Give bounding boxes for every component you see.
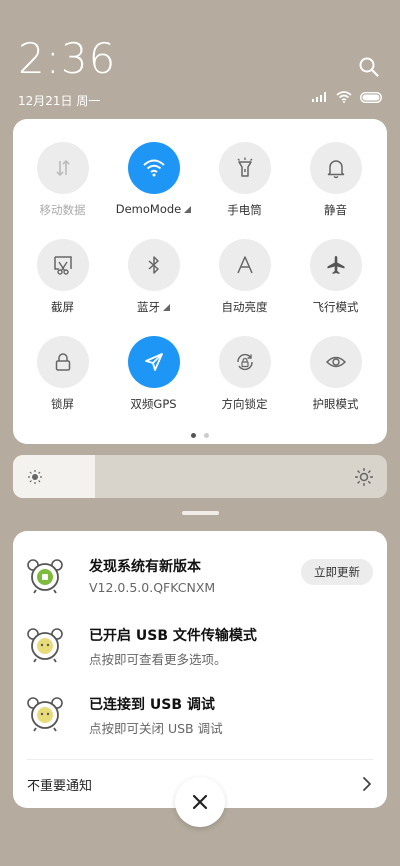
tile-lock-screen[interactable]: 锁屏 <box>16 336 109 426</box>
close-icon <box>192 794 208 810</box>
tile-label: 方向锁定 <box>221 397 268 411</box>
screenshot-icon <box>53 256 72 275</box>
tile-airplane-mode-button[interactable] <box>309 239 362 291</box>
tile-label: 移动数据 <box>39 203 86 217</box>
brightness-slider[interactable] <box>13 455 387 498</box>
tile-rotation-lock[interactable]: 方向锁定 <box>198 336 291 426</box>
notification-title: 已连接到 USB 调试 <box>89 697 215 713</box>
tile-rotation-lock-button[interactable] <box>218 336 271 388</box>
clock: 2:36 <box>18 34 117 83</box>
brightness-low-icon <box>28 470 42 484</box>
drag-handle[interactable] <box>182 511 219 515</box>
tile-silent-button[interactable] <box>309 142 362 194</box>
mobile-data-icon <box>55 159 70 177</box>
clear-notifications-button[interactable] <box>175 777 225 827</box>
notification-subtitle: 点按即可查看更多选项。 <box>89 652 227 667</box>
tile-label: 手电筒 <box>227 203 262 217</box>
eye-icon <box>325 356 346 368</box>
app-alarm-clock-icon <box>27 559 63 594</box>
tile-label: 静音 <box>324 203 347 217</box>
quick-settings-panel: 移动数据 DemoMode 手电筒 静音 截屏 蓝牙 自动亮度 飞行模式 锁屏 … <box>13 119 387 444</box>
unimportant-notifications-link[interactable]: 不重要通知 <box>27 775 92 794</box>
update-now-button[interactable]: 立即更新 <box>301 559 373 585</box>
notification-subtitle: V12.0.5.0.QFKCNXM <box>89 580 216 595</box>
tile-airplane-mode[interactable]: 飞行模式 <box>289 239 382 329</box>
notification-panel: 发现系统有新版本 V12.0.5.0.QFKCNXM 立即更新 已开启 USB … <box>13 531 387 808</box>
auto-brightness-icon <box>236 256 253 274</box>
tile-dual-gps[interactable]: 双频GPS <box>107 336 200 426</box>
tile-silent[interactable]: 静音 <box>289 142 382 232</box>
page-dot-active[interactable] <box>191 433 196 438</box>
wifi-icon <box>142 159 165 177</box>
tile-mobile-data[interactable]: 移动数据 <box>16 142 109 232</box>
app-alarm-clock-icon <box>27 697 63 732</box>
tile-label: 飞行模式 <box>312 300 359 314</box>
tile-flashlight-button[interactable] <box>218 142 271 194</box>
tile-screenshot-button[interactable] <box>36 239 89 291</box>
notification-system-update[interactable]: 发现系统有新版本 V12.0.5.0.QFKCNXM 立即更新 <box>27 556 373 596</box>
tile-lock-screen-button[interactable] <box>36 336 89 388</box>
tile-label: DemoMode <box>116 202 192 216</box>
tile-wifi[interactable]: DemoMode <box>107 142 200 232</box>
tile-auto-brightness-button[interactable] <box>218 239 271 291</box>
search-button[interactable] <box>358 56 380 78</box>
bell-icon <box>327 160 344 179</box>
more-options-indicator <box>184 205 192 213</box>
bluetooth-icon <box>148 256 159 274</box>
search-icon <box>359 57 379 77</box>
flashlight-icon <box>237 157 252 177</box>
date: 12月21日 周一 <box>18 94 101 108</box>
notification-title: 已开启 USB 文件传输模式 <box>89 628 257 644</box>
location-icon <box>144 353 163 371</box>
tile-screenshot[interactable]: 截屏 <box>16 239 109 329</box>
tile-eye-protection-button[interactable] <box>309 336 362 388</box>
signal-icon <box>312 92 326 102</box>
more-options-indicator <box>163 303 170 311</box>
system-icons <box>312 91 384 103</box>
notification-usb-debugging[interactable]: 已连接到 USB 调试 点按即可关闭 USB 调试 <box>27 694 373 736</box>
tile-wifi-button[interactable] <box>127 142 180 194</box>
notification-subtitle: 点按即可关闭 USB 调试 <box>89 721 223 736</box>
tile-label: 自动亮度 <box>221 300 268 314</box>
tile-label-text: 蓝牙 <box>137 300 160 314</box>
battery-icon <box>360 91 382 103</box>
tile-label: 截屏 <box>51 300 74 314</box>
page-dot[interactable] <box>204 433 209 438</box>
chevron-right-icon[interactable] <box>361 776 373 792</box>
tile-label: 双频GPS <box>130 397 177 411</box>
airplane-icon <box>327 256 344 274</box>
tile-label: 护眼模式 <box>312 397 359 411</box>
brightness-high-icon <box>355 468 373 486</box>
page-indicator <box>13 433 387 438</box>
tile-bluetooth[interactable]: 蓝牙 <box>107 239 200 329</box>
tile-label: 蓝牙 <box>137 299 170 315</box>
tile-bluetooth-button[interactable] <box>127 239 180 291</box>
tile-eye-protection[interactable]: 护眼模式 <box>289 336 382 426</box>
tile-dual-gps-button[interactable] <box>127 336 180 388</box>
tile-mobile-data-button[interactable] <box>36 142 89 194</box>
lock-icon <box>55 353 70 371</box>
notification-usb-file-transfer[interactable]: 已开启 USB 文件传输模式 点按即可查看更多选项。 <box>27 625 373 667</box>
tile-auto-brightness[interactable]: 自动亮度 <box>198 239 291 329</box>
brightness-fill <box>13 455 96 498</box>
notification-title: 发现系统有新版本 <box>89 559 201 575</box>
tile-label: 锁屏 <box>51 397 74 411</box>
rotation-lock-icon <box>236 353 253 371</box>
tile-label-text: DemoMode <box>115 202 182 216</box>
app-alarm-clock-icon <box>27 628 63 663</box>
wifi-icon <box>336 91 352 103</box>
divider <box>27 759 373 760</box>
tile-flashlight[interactable]: 手电筒 <box>198 142 291 232</box>
